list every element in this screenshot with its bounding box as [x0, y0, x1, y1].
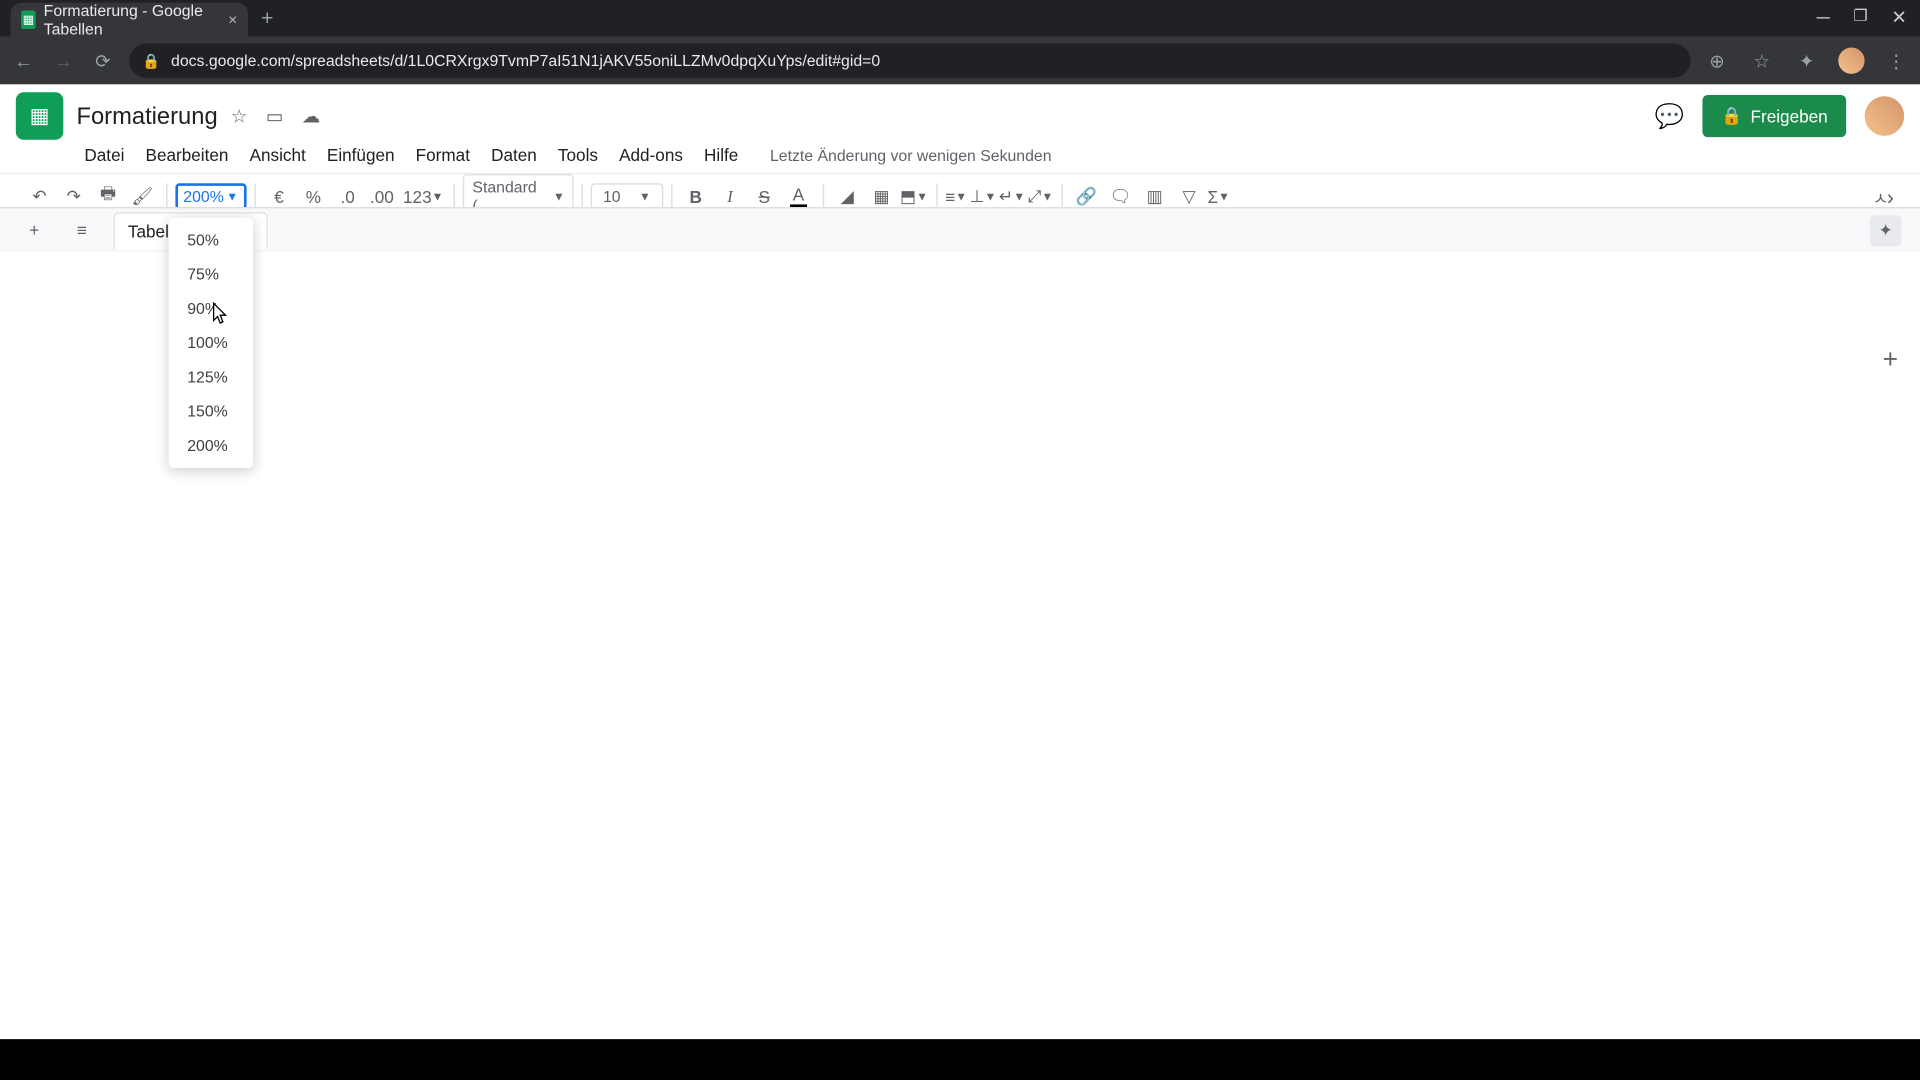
browser-tab[interactable]: ▦ Formatierung - Google Tabellen × — [11, 3, 248, 37]
account-avatar[interactable] — [1865, 96, 1905, 136]
lock-icon: 🔒 — [1721, 105, 1742, 126]
zoom-option-150[interactable]: 150% — [169, 394, 253, 428]
browser-toolbar: ← → ⟳ 🔒 docs.google.com/spreadsheets/d/1… — [0, 37, 1920, 84]
zoom-option-200[interactable]: 200% — [169, 429, 253, 463]
forward-icon[interactable]: → — [50, 50, 76, 71]
extensions-icon[interactable]: ✦ — [1793, 49, 1819, 71]
share-button[interactable]: 🔒 Freigeben — [1703, 95, 1846, 137]
window-minimize-icon[interactable]: ─ — [1817, 7, 1830, 29]
url-text: docs.google.com/spreadsheets/d/1L0CRXrgx… — [171, 51, 880, 69]
chevron-down-icon: ▼ — [226, 190, 238, 203]
new-tab-button[interactable]: + — [261, 8, 273, 32]
cloud-icon[interactable]: ☁ — [302, 105, 320, 127]
browser-tabstrip: ▦ Formatierung - Google Tabellen × + ─ ❐… — [0, 0, 1920, 37]
tab-title: Formatierung - Google Tabellen — [44, 1, 221, 38]
reload-icon[interactable]: ⟳ — [90, 49, 116, 71]
menu-bearbeiten[interactable]: Bearbeiten — [138, 142, 237, 167]
window-maximize-icon[interactable]: ❐ — [1853, 7, 1867, 29]
zoom-dropdown: 50% 75% 90% 100% 125% 150% 200% — [169, 218, 253, 469]
last-edit-text[interactable]: Letzte Änderung vor wenigen Sekunden — [762, 143, 1059, 167]
menu-icon[interactable]: ⋮ — [1883, 49, 1909, 71]
explore-icon[interactable]: ✦ — [1870, 214, 1902, 246]
move-icon[interactable]: ▭ — [266, 105, 283, 127]
zoom-option-50[interactable]: 50% — [169, 223, 253, 257]
zoom-selector[interactable]: 200% ▼ — [175, 183, 246, 209]
document-title[interactable]: Formatierung — [76, 102, 217, 130]
lock-icon: 🔒 — [142, 52, 160, 69]
menu-daten[interactable]: Daten — [483, 142, 545, 167]
add-sheet-icon[interactable]: + — [18, 214, 50, 246]
profile-avatar[interactable] — [1838, 47, 1864, 73]
menu-hilfe[interactable]: Hilfe — [696, 142, 746, 167]
menu-einfuegen[interactable]: Einfügen — [319, 142, 403, 167]
app-header: ▦ Formatierung ☆ ▭ ☁ 💬 🔒 Freigeben — [0, 84, 1920, 139]
window-close-icon[interactable]: ✕ — [1891, 7, 1906, 29]
font-size-selector[interactable]: 10▼ — [591, 183, 663, 209]
comment-icon[interactable]: 💬 — [1655, 102, 1685, 130]
bookmark-icon[interactable]: ☆ — [1749, 49, 1775, 71]
share-label: Freigeben — [1751, 106, 1828, 126]
zoom-value: 200% — [183, 187, 223, 205]
close-icon[interactable]: × — [228, 11, 237, 29]
zoom-option-75[interactable]: 75% — [169, 257, 253, 291]
zoom-option-125[interactable]: 125% — [169, 360, 253, 394]
back-icon[interactable]: ← — [11, 50, 37, 71]
menu-addons[interactable]: Add-ons — [611, 142, 691, 167]
menu-datei[interactable]: Datei — [76, 142, 132, 167]
add-addon-icon[interactable]: + — [1883, 345, 1898, 375]
sheets-logo[interactable]: ▦ — [16, 92, 63, 139]
menu-bar: Datei Bearbeiten Ansicht Einfügen Format… — [0, 140, 1920, 173]
menu-ansicht[interactable]: Ansicht — [242, 142, 314, 167]
star-icon[interactable]: ☆ — [231, 105, 248, 127]
menu-format[interactable]: Format — [408, 142, 478, 167]
sheet-tab-bar: + ≡ Tabellenblatt1 ▼ ✦ — [0, 207, 1920, 252]
all-sheets-icon[interactable]: ≡ — [66, 214, 98, 246]
zoom-lens-icon[interactable]: ⊕ — [1704, 49, 1730, 71]
zoom-option-100[interactable]: 100% — [169, 326, 253, 360]
address-bar[interactable]: 🔒 docs.google.com/spreadsheets/d/1L0CRXr… — [129, 44, 1690, 78]
menu-tools[interactable]: Tools — [550, 142, 606, 167]
sheets-favicon: ▦ — [21, 11, 36, 29]
zoom-option-90[interactable]: 90% — [169, 291, 253, 325]
